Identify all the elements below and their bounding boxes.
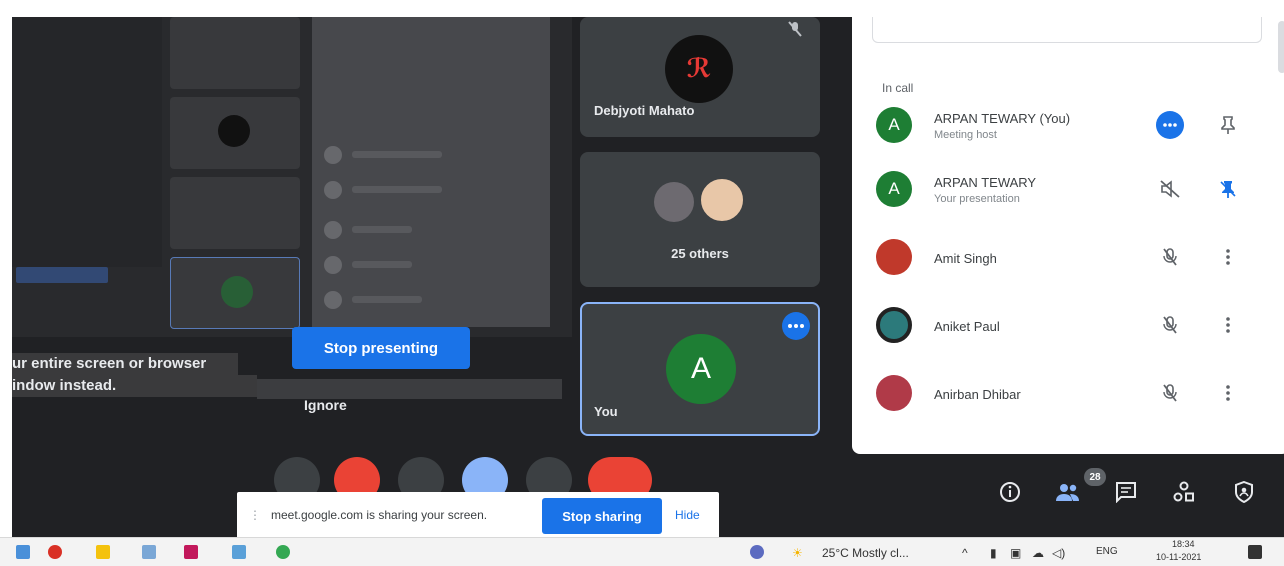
unpin-icon[interactable] [1214,175,1242,203]
participant-tile-debjyoti[interactable]: ℛ Debjyoti Mahato [580,17,820,137]
more-vert-icon[interactable] [1214,379,1242,407]
language-indicator[interactable]: ENG [1096,546,1118,557]
preview-tile [170,97,300,169]
shared-screen-preview [12,17,572,337]
avatar: A [666,334,736,404]
chevron-up-icon[interactable]: ^ [962,546,968,560]
participant-row[interactable]: Anirban Dhibar [852,363,1272,427]
preview-tag [16,267,108,283]
avatar [876,239,912,275]
avatar: ℛ [665,35,733,103]
app-icon[interactable] [232,545,246,559]
app-icon[interactable] [184,545,198,559]
people-icon[interactable] [1048,472,1088,512]
avatar: A [876,171,912,207]
meet-window: ur entire screen or browser indow instea… [12,17,1284,537]
others-tile[interactable]: 25 others [580,152,820,287]
avatar [876,375,912,411]
participant-row[interactable]: Aniket Paul [852,295,1272,359]
file-explorer-icon[interactable] [96,545,110,559]
preview-row [324,181,534,199]
mic-off-icon [788,21,802,42]
stop-sharing-button[interactable]: Stop sharing [542,498,662,534]
preview-row [324,221,534,239]
avatar: A [876,107,912,143]
scrollbar[interactable] [1278,21,1284,73]
tray-app-icon[interactable] [750,545,764,559]
participant-name: Amit Singh [934,251,997,266]
host-controls-icon[interactable] [1224,472,1264,512]
participant-role: Your presentation [934,193,1020,205]
preview-row [324,146,534,164]
participant-row[interactable]: A ARPAN TEWARY Your presentation [852,159,1272,223]
chat-icon[interactable] [1106,472,1146,512]
mic-icon: ▮ [990,546,997,560]
participant-row[interactable]: A ARPAN TEWARY (You) Meeting host [852,95,1272,159]
chrome-icon[interactable] [48,545,62,559]
participant-name: You [594,404,618,419]
participant-row[interactable]: Amit Singh [852,227,1272,291]
preview-toolbar [257,379,562,399]
share-notification-text: meet.google.com is sharing your screen. [271,508,488,522]
preview-tile [170,177,300,249]
display-icon: ▣ [1010,546,1022,560]
mic-off-icon [1156,243,1184,271]
participant-name: ARPAN TEWARY [934,175,1037,190]
logo-icon: ℛ [686,54,712,84]
participant-count-badge: 28 [1084,468,1106,486]
self-tile[interactable]: A You [580,302,820,436]
participant-name: Anirban Dhibar [934,387,1021,402]
participant-name: Debjyoti Mahato [594,103,695,118]
more-options-icon[interactable] [782,312,810,340]
preview-tile [170,17,300,89]
clock-date[interactable]: 10-11-2021 [1156,552,1201,562]
notifications-icon[interactable] [1248,545,1262,559]
volume-icon[interactable]: ◁) [1052,546,1065,560]
screen-share-notification: ⋮ meet.google.com is sharing your screen… [237,492,719,537]
weather-icon: ☀ [792,546,803,560]
preview-people-panel [312,17,550,327]
taskview-icon[interactable] [16,545,30,559]
drag-handle-icon[interactable]: ⋮ [249,508,261,522]
participant-role: Meeting host [934,129,997,141]
ignore-link[interactable]: Ignore [304,397,347,413]
hide-link[interactable]: Hide [675,508,700,522]
avatar [654,182,694,222]
preview-row [324,291,534,309]
section-label: In call [882,81,914,95]
taskbar: ☀ 25°C Mostly cl... ^ ▮ ▣ ☁ ◁) ENG 18:34… [0,537,1284,566]
info-icon[interactable] [990,472,1030,512]
speaking-icon [1156,111,1184,139]
presentation-muted-icon [1156,175,1184,203]
preview-row [324,256,534,274]
more-vert-icon[interactable] [1214,243,1242,271]
preview-sidebar [12,17,162,267]
participant-name: ARPAN TEWARY (You) [934,111,1071,126]
weather-text[interactable]: 25°C Mostly cl... [822,546,909,560]
mic-off-icon [1156,379,1184,407]
clock-time[interactable]: 18:34 [1172,539,1195,549]
screen: ur entire screen or browser indow instea… [0,0,1284,566]
avatar [698,176,746,224]
more-vert-icon[interactable] [1214,311,1242,339]
others-label: 25 others [671,246,729,261]
cloud-icon: ☁ [1032,546,1044,560]
participant-name: Aniket Paul [934,319,1000,334]
avatar [876,307,912,343]
activities-icon[interactable] [1164,472,1204,512]
presentation-warning-line1: ur entire screen or browser [12,353,238,375]
stop-presenting-button[interactable]: Stop presenting [292,327,470,369]
pin-icon[interactable] [1214,111,1242,139]
app-icon[interactable] [276,545,290,559]
photos-icon[interactable] [142,545,156,559]
preview-tile [170,257,300,329]
search-input[interactable] [872,17,1262,43]
mic-off-icon [1156,311,1184,339]
presentation-warning-line2: indow instead. [12,375,257,397]
